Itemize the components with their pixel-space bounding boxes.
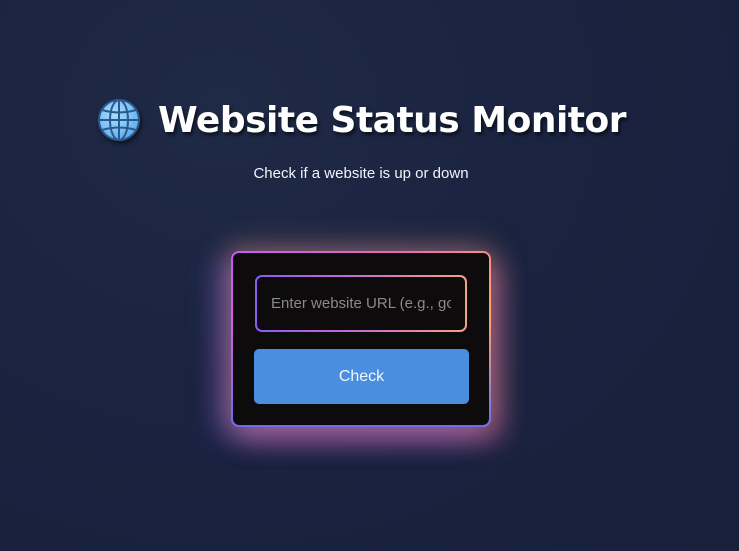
check-button[interactable]: Check bbox=[254, 349, 469, 404]
url-input-frame bbox=[255, 275, 467, 332]
globe-icon bbox=[96, 97, 142, 143]
card-body: Check bbox=[233, 253, 489, 425]
page-header: Website Status Monitor bbox=[96, 94, 627, 146]
page-title: Website Status Monitor bbox=[158, 99, 627, 141]
url-input[interactable] bbox=[257, 277, 465, 330]
status-check-card: Check bbox=[231, 251, 491, 427]
page-subtitle: Check if a website is up or down bbox=[253, 165, 469, 182]
